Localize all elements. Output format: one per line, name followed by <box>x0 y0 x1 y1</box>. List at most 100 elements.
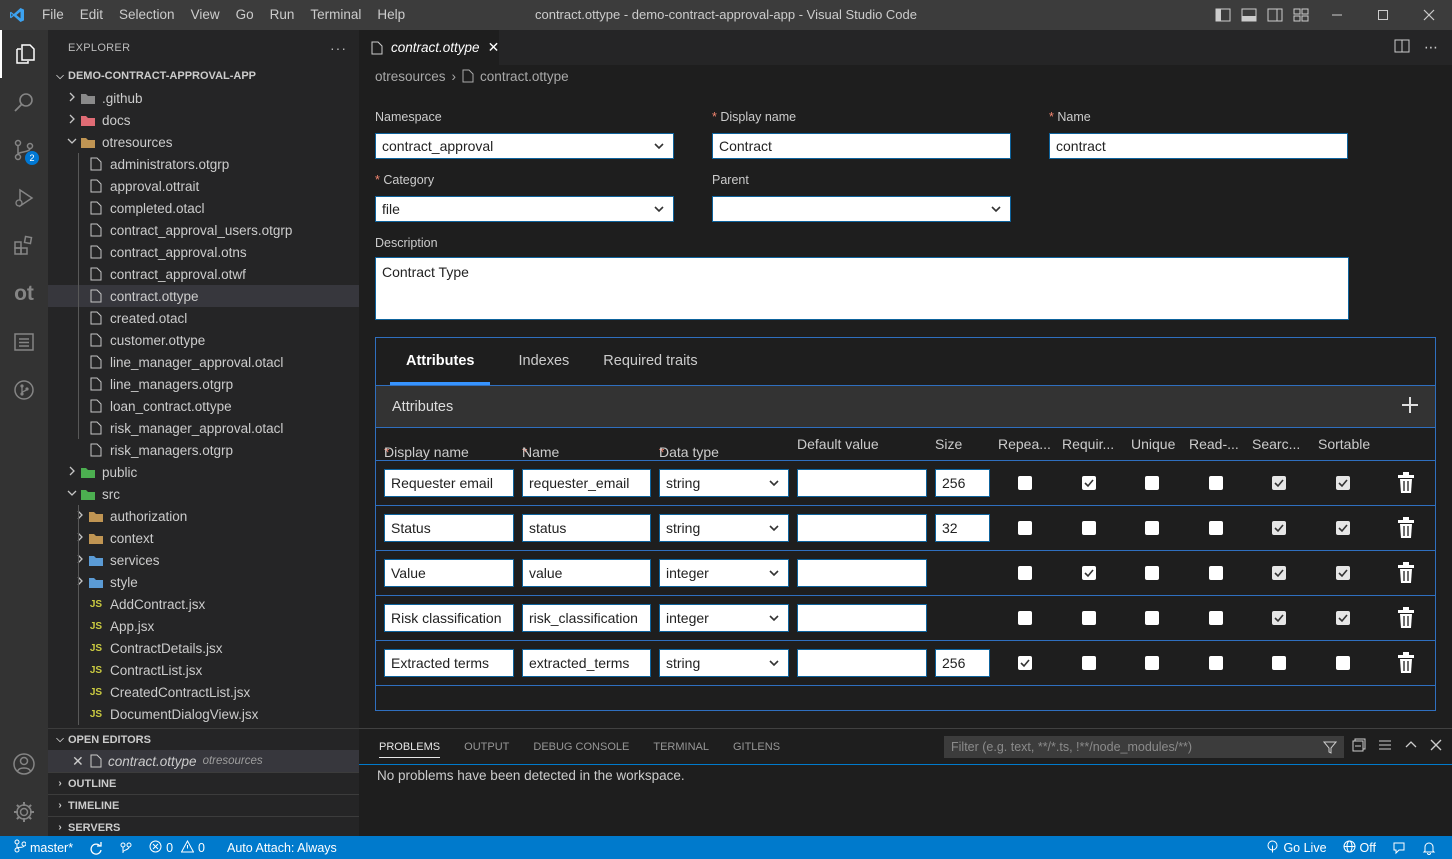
folder-github[interactable]: .github <box>48 87 359 109</box>
toggle-panel-icon[interactable] <box>1236 0 1262 30</box>
attr-default-value-input[interactable] <box>797 469 927 497</box>
live-share-icon[interactable] <box>111 836 141 859</box>
explorer-icon[interactable] <box>0 30 48 78</box>
tab-problems[interactable]: PROBLEMS <box>371 729 448 764</box>
file-completed-otacl[interactable]: completed.otacl <box>48 197 359 219</box>
outline-section[interactable]: › OUTLINE <box>48 772 359 794</box>
file-risk-managers-otgrp[interactable]: risk_managers.otgrp <box>48 439 359 461</box>
attr-sortable-checkbox[interactable] <box>1336 611 1350 625</box>
attr-searchable-checkbox[interactable] <box>1272 476 1286 490</box>
view-as-list-icon[interactable] <box>1378 738 1392 755</box>
attr-data-type-select[interactable]: integer <box>659 559 789 587</box>
minimize-button[interactable] <box>1314 0 1360 30</box>
file-contractlist-jsx[interactable]: JS ContractList.jsx <box>48 659 359 681</box>
attr-display-name-input[interactable]: Status <box>384 514 514 542</box>
accounts-icon[interactable] <box>0 740 48 788</box>
attr-repeating-checkbox[interactable] <box>1018 521 1032 535</box>
list-icon[interactable] <box>0 318 48 366</box>
split-editor-icon[interactable] <box>1394 39 1410 56</box>
menu-file[interactable]: File <box>34 0 72 30</box>
attr-repeating-checkbox[interactable] <box>1018 476 1032 490</box>
add-attribute-icon[interactable] <box>1401 396 1419 418</box>
run-debug-icon[interactable] <box>0 174 48 222</box>
file-created-otacl[interactable]: created.otacl <box>48 307 359 329</box>
tab-contract-ottype[interactable]: contract.ottype ✕ <box>359 30 499 65</box>
attr-name-input[interactable]: value <box>522 559 651 587</box>
collapse-all-icon[interactable] <box>1352 738 1366 755</box>
servers-section[interactable]: › SERVERS <box>48 816 359 836</box>
attr-required-checkbox[interactable] <box>1082 566 1096 580</box>
file-app-jsx[interactable]: JS App.jsx <box>48 615 359 637</box>
attr-readonly-checkbox[interactable] <box>1209 476 1223 490</box>
attr-data-type-select[interactable]: string <box>659 514 789 542</box>
name-input[interactable]: contract <box>1049 133 1348 159</box>
file-contractdetails-jsx[interactable]: JS ContractDetails.jsx <box>48 637 359 659</box>
folder-public[interactable]: public <box>48 461 359 483</box>
workspace-root[interactable]: ⌵ DEMO-CONTRACT-APPROVAL-APP <box>48 65 359 87</box>
filter-icon[interactable] <box>1322 740 1338 757</box>
go-live-button[interactable]: Go Live <box>1258 836 1334 859</box>
attr-sortable-checkbox[interactable] <box>1336 656 1350 670</box>
attr-searchable-checkbox[interactable] <box>1272 521 1286 535</box>
file-administrators-otgrp[interactable]: administrators.otgrp <box>48 153 359 175</box>
tab-gitlens[interactable]: GITLENS <box>725 729 788 764</box>
extensions-icon[interactable] <box>0 222 48 270</box>
attr-size-input[interactable]: 256 <box>935 469 990 497</box>
attr-display-name-input[interactable]: Risk classification <box>384 604 514 632</box>
timeline-section[interactable]: › TIMELINE <box>48 794 359 816</box>
customize-layout-icon[interactable] <box>1288 0 1314 30</box>
notifications-bell-icon[interactable] <box>1414 836 1444 859</box>
folder-src[interactable]: src <box>48 483 359 505</box>
tab-required-traits[interactable]: Required traits <box>587 337 713 385</box>
file-contract-ottype[interactable]: contract.ottype <box>48 285 359 307</box>
description-textarea[interactable]: Contract Type <box>375 257 1349 320</box>
attr-name-input[interactable]: risk_classification <box>522 604 651 632</box>
attr-size-input[interactable]: 256 <box>935 649 990 677</box>
close-tab-icon[interactable]: ✕ <box>488 39 500 56</box>
folder-otresources[interactable]: otresources <box>48 131 359 153</box>
branch-status[interactable]: master* <box>0 836 81 859</box>
attr-name-input[interactable]: extracted_terms <box>522 649 651 677</box>
attr-required-checkbox[interactable] <box>1082 611 1096 625</box>
attr-unique-checkbox[interactable] <box>1145 611 1159 625</box>
folder-services[interactable]: services <box>48 549 359 571</box>
menu-view[interactable]: View <box>183 0 228 30</box>
auto-attach-status[interactable]: Auto Attach: Always <box>219 836 345 859</box>
close-editor-icon[interactable]: ✕ <box>72 753 86 770</box>
globe-off-button[interactable]: Off <box>1335 836 1384 859</box>
maximize-button[interactable] <box>1360 0 1406 30</box>
attr-default-value-input[interactable] <box>797 559 927 587</box>
attr-display-name-input[interactable]: Value <box>384 559 514 587</box>
attr-repeating-checkbox[interactable] <box>1018 566 1032 580</box>
close-panel-icon[interactable] <box>1430 739 1442 754</box>
problems-filter-input[interactable]: Filter (e.g. text, **/*.ts, !**/node_mod… <box>944 736 1344 758</box>
display-name-input[interactable]: Contract <box>712 133 1011 159</box>
source-control-icon[interactable]: 2 <box>0 126 48 174</box>
attr-sortable-checkbox[interactable] <box>1336 476 1350 490</box>
attr-unique-checkbox[interactable] <box>1145 656 1159 670</box>
attr-readonly-checkbox[interactable] <box>1209 521 1223 535</box>
attr-display-name-input[interactable]: Extracted terms <box>384 649 514 677</box>
attr-data-type-select[interactable]: string <box>659 469 789 497</box>
attr-required-checkbox[interactable] <box>1082 521 1096 535</box>
attr-sortable-checkbox[interactable] <box>1336 521 1350 535</box>
trash-icon[interactable] <box>1397 472 1415 497</box>
trash-icon[interactable] <box>1397 517 1415 542</box>
file-customer-ottype[interactable]: customer.ottype <box>48 329 359 351</box>
file-createdcontractlist-jsx[interactable]: JS CreatedContractList.jsx <box>48 681 359 703</box>
file-line-managers-otgrp[interactable]: line_managers.otgrp <box>48 373 359 395</box>
open-editors-header[interactable]: ⌵ OPEN EDITORS <box>48 728 359 750</box>
folder-context[interactable]: context <box>48 527 359 549</box>
folder-style[interactable]: style <box>48 571 359 593</box>
gitlens-icon[interactable] <box>0 366 48 414</box>
attr-default-value-input[interactable] <box>797 514 927 542</box>
tab-terminal[interactable]: TERMINAL <box>645 729 717 764</box>
attr-data-type-select[interactable]: string <box>659 649 789 677</box>
attr-sortable-checkbox[interactable] <box>1336 566 1350 580</box>
trash-icon[interactable] <box>1397 652 1415 677</box>
parent-select[interactable] <box>712 196 1011 222</box>
attr-size-input[interactable]: 32 <box>935 514 990 542</box>
attr-unique-checkbox[interactable] <box>1145 566 1159 580</box>
open-editor-item[interactable]: ✕ contract.ottype otresources <box>48 750 359 772</box>
file-documentdialogview-jsx[interactable]: JS DocumentDialogView.jsx <box>48 703 359 725</box>
